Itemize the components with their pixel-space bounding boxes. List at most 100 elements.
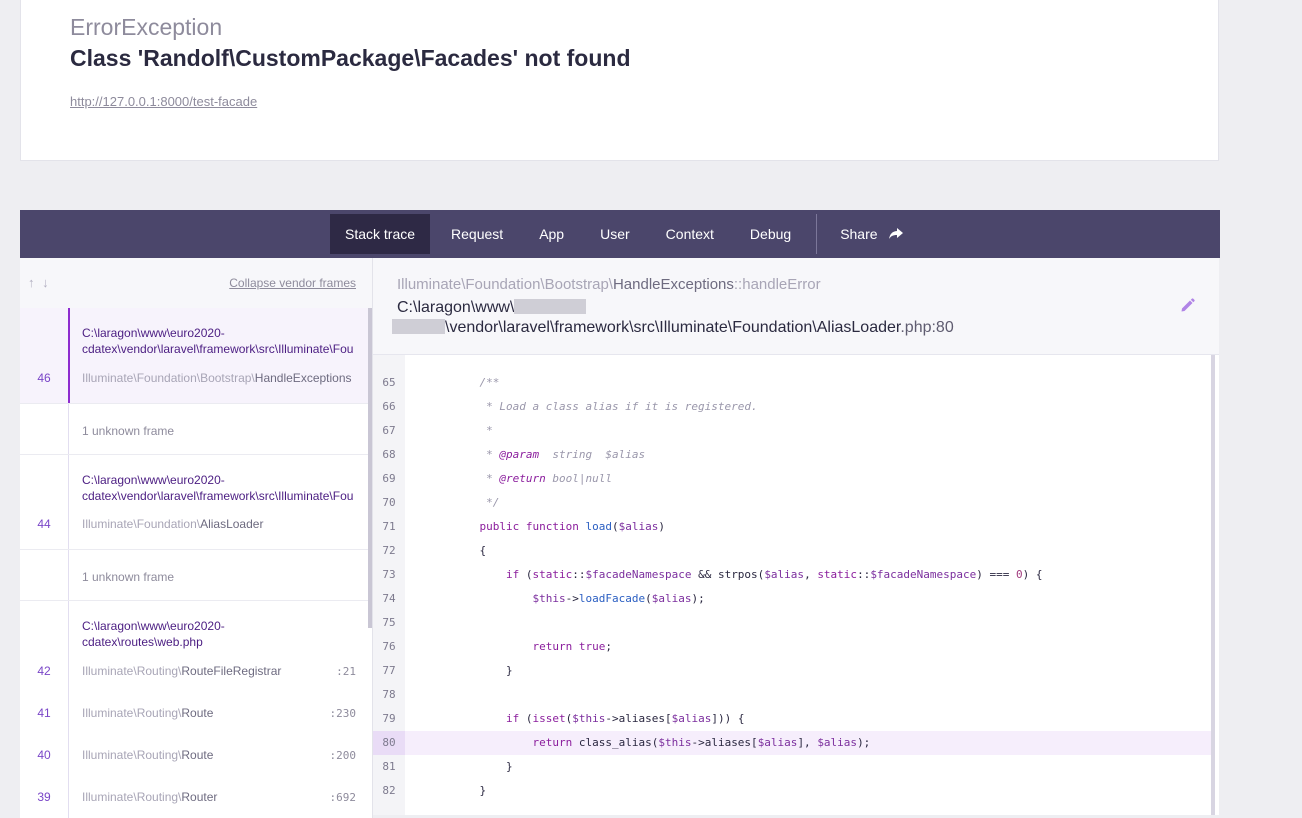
- code-line-text: }: [453, 659, 513, 683]
- redacted-segment: [392, 319, 445, 334]
- frame-file-path: C:\laragon\www\euro2020- cdatex\vendor\l…: [82, 325, 353, 357]
- frame-number: 39: [30, 790, 58, 804]
- code-line: 76 return true;: [373, 635, 1215, 659]
- unknown-frames-group[interactable]: 1 unknown frame: [20, 404, 368, 455]
- highlighted-code-line: 80 return class_alias($this->aliases[$al…: [373, 731, 1215, 755]
- frame-class: Illuminate\Routing\Route: [82, 706, 213, 720]
- exception-type: ErrorException: [70, 14, 222, 41]
- code-line-number: 75: [373, 611, 405, 635]
- tab-app[interactable]: App: [524, 214, 579, 254]
- code-line: 77 }: [373, 659, 1215, 683]
- code-line-text: * @return bool|null: [453, 467, 612, 491]
- code-line-text: {: [453, 539, 486, 563]
- code-line-text: * @param string $alias: [453, 443, 645, 467]
- code-line-text: public function load($alias): [453, 515, 665, 539]
- frames-header: ↑ ↓ Collapse vendor frames: [20, 258, 372, 309]
- code-line-number: 80: [373, 731, 405, 755]
- frame-detail-header: Illuminate\Foundation\Bootstrap\HandleEx…: [373, 258, 1219, 355]
- code-line: 75: [373, 611, 1215, 635]
- frame-number: 40: [30, 748, 58, 762]
- unknown-frames-group[interactable]: 1 unknown frame: [20, 550, 368, 601]
- frame-line-number: :21: [336, 665, 356, 678]
- code-line-number: 79: [373, 707, 405, 731]
- code-line-text: if (static::$facadeNamespace && strpos($…: [453, 563, 1043, 587]
- code-line: 74 $this->loadFacade($alias);: [373, 587, 1215, 611]
- frame-file-path: C:\laragon\www\euro2020- cdatex\routes\w…: [82, 618, 225, 650]
- frame-class: Illuminate\Foundation\AliasLoader: [82, 517, 263, 531]
- tab-stack-trace[interactable]: Stack trace: [330, 214, 430, 254]
- frame-number: 41: [30, 706, 58, 720]
- code-line-number: 72: [373, 539, 405, 563]
- code-line-number: 81: [373, 755, 405, 779]
- code-line: 79 if (isset($this->aliases[$alias])) {: [373, 707, 1215, 731]
- frame-line-number: :200: [330, 749, 357, 762]
- frame-number: 44: [30, 517, 58, 531]
- code-line-number: 76: [373, 635, 405, 659]
- code-line: 69 * @return bool|null: [373, 467, 1215, 491]
- error-card: ErrorException Class 'Randolf\CustomPack…: [20, 0, 1219, 161]
- frame-number: 42: [30, 664, 58, 678]
- code-line-text: return true;: [453, 635, 612, 659]
- code-line-text: *: [453, 419, 493, 443]
- exception-message: Class 'Randolf\CustomPackage\Facades' no…: [70, 45, 631, 72]
- code-line: 68 * @param string $alias: [373, 443, 1215, 467]
- code-line-text: }: [453, 755, 513, 779]
- code-line-text: * Load a class alias if it is registered…: [453, 395, 758, 419]
- tab-request[interactable]: Request: [436, 214, 518, 254]
- code-line-text: return class_alias($this->aliases[$alias…: [453, 731, 870, 755]
- code-line-number: 68: [373, 443, 405, 467]
- code-line: 72 {: [373, 539, 1215, 563]
- frame-detail-path-continued: \vendor\laravel\framework\src\Illuminate…: [392, 319, 954, 337]
- code-line-number: 66: [373, 395, 405, 419]
- frame-line-number: :230: [330, 707, 357, 720]
- frame-class: Illuminate\Routing\RouteFileRegistrar: [82, 664, 281, 678]
- code-line: 71 public function load($alias): [373, 515, 1215, 539]
- code-line: 67 *: [373, 419, 1215, 443]
- code-scrollbar[interactable]: [1211, 355, 1215, 815]
- tab-context[interactable]: Context: [651, 214, 729, 254]
- code-line-text: /**: [453, 371, 499, 395]
- frame-class: Illuminate\Routing\Route: [82, 748, 213, 762]
- code-line: 78: [373, 683, 1215, 707]
- code-line-number: 71: [373, 515, 405, 539]
- tab-user[interactable]: User: [585, 214, 645, 254]
- frame-detail-path: C:\laragon\www\: [397, 299, 586, 317]
- stack-frame[interactable]: C:\laragon\www\euro2020- cdatex\vendor\l…: [20, 308, 368, 404]
- code-line-number: 70: [373, 491, 405, 515]
- code-line-number: 74: [373, 587, 405, 611]
- stack-frames-panel: ↑ ↓ Collapse vendor frames C:\laragon\ww…: [20, 258, 373, 818]
- frame-file-path: C:\laragon\www\euro2020- cdatex\vendor\l…: [82, 472, 353, 504]
- pencil-icon[interactable]: [1180, 298, 1195, 318]
- code-line: 70 */: [373, 491, 1215, 515]
- stack-frame-group[interactable]: C:\laragon\www\euro2020- cdatex\routes\w…: [20, 601, 368, 818]
- code-line: 73 if (static::$facadeNamespace && strpo…: [373, 563, 1215, 587]
- code-snippet: 65 /**66 * Load a class alias if it is r…: [373, 355, 1219, 815]
- code-line: 65 /**: [373, 371, 1215, 395]
- frame-detail-class: Illuminate\Foundation\Bootstrap\HandleEx…: [397, 276, 821, 293]
- frames-scrollbar[interactable]: [368, 308, 372, 628]
- unknown-frame-label: 1 unknown frame: [82, 570, 174, 584]
- code-line: 82 }: [373, 779, 1215, 803]
- request-url-link[interactable]: http://127.0.0.1:8000/test-facade: [70, 94, 257, 109]
- code-line-number: 69: [373, 467, 405, 491]
- frame-number: 46: [30, 371, 58, 385]
- code-line-text: if (isset($this->aliases[$alias])) {: [453, 707, 744, 731]
- code-line-number: 73: [373, 563, 405, 587]
- tab-debug[interactable]: Debug: [735, 214, 806, 254]
- tab-divider: [816, 214, 817, 254]
- frame-class: Illuminate\Routing\Router: [82, 790, 217, 804]
- tab-bar: Stack trace Request App User Context Deb…: [20, 210, 1220, 258]
- code-line-text: }: [453, 779, 486, 803]
- frame-line-number: :692: [330, 791, 357, 804]
- code-line-number: 82: [373, 779, 405, 803]
- redacted-segment: [514, 299, 586, 314]
- code-line-number: 67: [373, 419, 405, 443]
- frame-navigation-arrows-icon[interactable]: ↑ ↓: [28, 275, 51, 290]
- code-line: 66 * Load a class alias if it is registe…: [373, 395, 1215, 419]
- stack-frame[interactable]: C:\laragon\www\euro2020- cdatex\vendor\l…: [20, 455, 368, 550]
- code-line: 81 }: [373, 755, 1215, 779]
- share-button[interactable]: Share: [825, 214, 918, 254]
- code-line-number: 65: [373, 371, 405, 395]
- collapse-vendor-frames-link[interactable]: Collapse vendor frames: [229, 276, 356, 290]
- unknown-frame-label: 1 unknown frame: [82, 424, 174, 438]
